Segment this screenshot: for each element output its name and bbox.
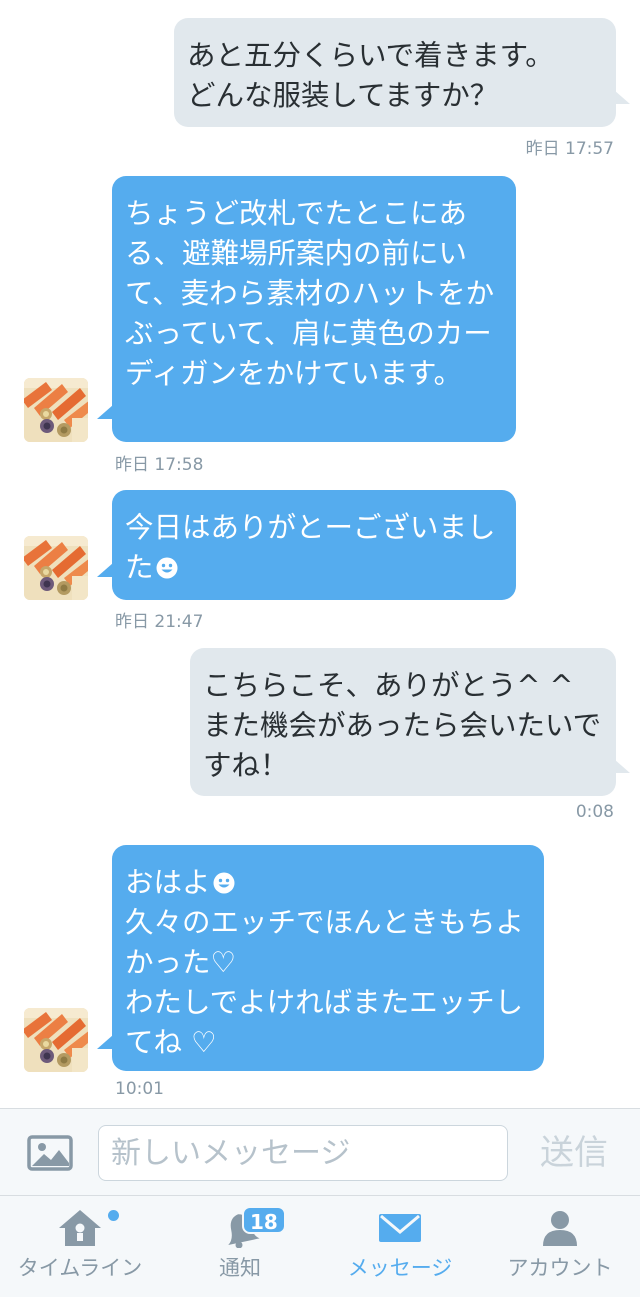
tab-label: アカウント — [507, 1256, 613, 1280]
message-composer: 送信 — [0, 1108, 640, 1196]
message-text: ちょうど改札でたとこにある、避難場所案内の前にいて、麦わら素材のハットをかぶって… — [125, 197, 495, 390]
smiley-emoji-icon — [156, 557, 178, 579]
bubble-tail — [97, 405, 113, 419]
avatar-image — [24, 536, 88, 600]
incoming-message-bubble[interactable]: ちょうど改札でたとこにある、避難場所案内の前にいて、麦わら素材のハットをかぶって… — [112, 176, 516, 442]
message-text: あと五分くらいで着きます。 どんな服装してますか？ — [187, 39, 554, 112]
tab-notifications[interactable]: 通知 — [160, 1196, 320, 1297]
message-timestamp: 0:08 — [575, 802, 614, 822]
avatar-image — [24, 378, 88, 442]
avatar[interactable] — [24, 536, 88, 600]
tab-timeline[interactable]: タイムライン — [0, 1196, 160, 1297]
notification-count-badge: 18 — [242, 1206, 286, 1234]
message-thread[interactable]: あと五分くらいで着きます。 どんな服装してますか？ 昨日 17:57 ちょうど改… — [0, 0, 640, 1108]
photo-icon[interactable] — [27, 1135, 73, 1171]
tab-label: タイムライン — [17, 1256, 143, 1280]
tab-label: 通知 — [219, 1256, 261, 1280]
outgoing-message-bubble[interactable]: こちらこそ、ありがとう^ ^ また機会があったら会いたいですね！ — [190, 648, 616, 796]
message-timestamp: 昨日 21:47 — [115, 612, 204, 632]
outgoing-message-bubble[interactable]: あと五分くらいで着きます。 どんな服装してますか？ — [174, 18, 616, 127]
home-icon — [59, 1210, 101, 1246]
person-icon — [543, 1211, 577, 1246]
message-text: おはよ — [125, 866, 211, 899]
incoming-message-bubble[interactable]: 今日はありがとーございました — [112, 490, 516, 600]
message-text-continued: 久々のエッチでほんときもちよかった♡ わたしでよければまたエッチしてね ♡ — [125, 906, 525, 1059]
bubble-tail — [97, 563, 113, 577]
bubble-tail — [97, 1035, 113, 1049]
bubble-tail — [614, 759, 630, 773]
message-text: 今日はありがとーございました — [125, 511, 496, 584]
message-timestamp: 昨日 17:58 — [115, 455, 204, 475]
avatar[interactable] — [24, 378, 88, 442]
message-text: こちらこそ、ありがとう^ ^ また機会があったら会いたいですね！ — [203, 669, 602, 782]
tab-label: メッセージ — [347, 1256, 453, 1280]
tab-bar: タイムライン 通知 メッセージ アカウント — [0, 1196, 640, 1297]
tab-account[interactable]: アカウント — [480, 1196, 640, 1297]
incoming-message-bubble[interactable]: おはよ 久々のエッチでほんときもちよかった♡ わたしでよければまたエッチしてね … — [112, 845, 544, 1071]
message-timestamp: 10:01 — [115, 1079, 164, 1099]
tab-messages[interactable]: メッセージ — [320, 1196, 480, 1297]
message-timestamp: 昨日 17:57 — [525, 139, 614, 159]
avatar-image — [24, 1008, 88, 1072]
unread-dot — [108, 1210, 119, 1221]
envelope-icon — [379, 1214, 421, 1242]
new-message-input[interactable] — [98, 1125, 508, 1181]
send-button[interactable]: 送信 — [526, 1127, 622, 1179]
smiley-emoji-icon — [213, 872, 235, 894]
bubble-tail — [614, 90, 630, 104]
avatar[interactable] — [24, 1008, 88, 1072]
